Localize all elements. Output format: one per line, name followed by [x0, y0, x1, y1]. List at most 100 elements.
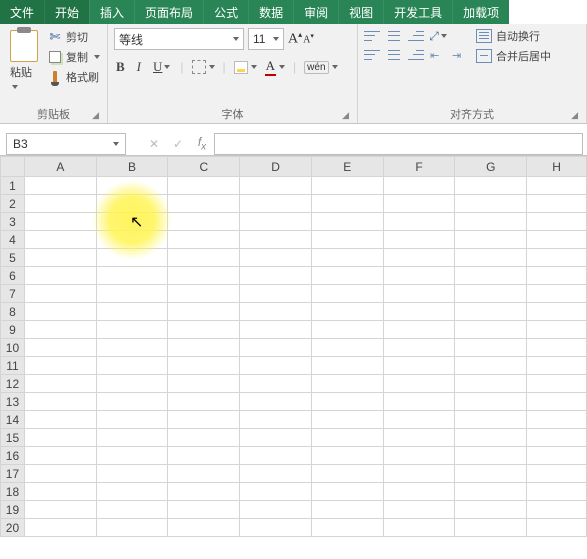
orientation-button[interactable]: ⤢ — [430, 28, 446, 44]
cell[interactable] — [24, 195, 96, 213]
cell[interactable] — [96, 249, 168, 267]
worksheet-grid[interactable]: A B C D E F G H 1 2 3 4 5 6 7 8 9 10 11 … — [0, 156, 587, 537]
cell[interactable] — [96, 375, 168, 393]
row-header[interactable]: 1 — [1, 177, 25, 195]
cell[interactable] — [168, 501, 240, 519]
paste-button[interactable]: 粘贴 — [6, 28, 42, 94]
column-header[interactable]: D — [240, 157, 312, 177]
cell[interactable] — [240, 213, 312, 231]
cell[interactable] — [240, 501, 312, 519]
align-bottom-button[interactable] — [408, 29, 424, 43]
cell[interactable] — [24, 429, 96, 447]
cell[interactable] — [527, 231, 587, 249]
cell[interactable] — [168, 285, 240, 303]
cell[interactable] — [96, 267, 168, 285]
decrease-font-button[interactable]: A▾ — [303, 32, 314, 50]
italic-button[interactable]: I — [135, 59, 143, 75]
cell[interactable] — [240, 285, 312, 303]
underline-dropdown-icon[interactable] — [164, 65, 170, 69]
column-header[interactable]: C — [168, 157, 240, 177]
tab-review[interactable]: 审阅 — [293, 0, 338, 24]
increase-indent-button[interactable]: ⇥ — [452, 48, 468, 62]
cell[interactable] — [455, 321, 527, 339]
wrap-text-button[interactable]: 自动换行 — [476, 28, 551, 44]
row-header[interactable]: 16 — [1, 447, 25, 465]
cell[interactable] — [96, 213, 168, 231]
row-header[interactable]: 19 — [1, 501, 25, 519]
font-color-button[interactable]: A — [265, 58, 285, 76]
cell[interactable] — [24, 339, 96, 357]
row-header[interactable]: 18 — [1, 483, 25, 501]
cell[interactable] — [527, 501, 587, 519]
align-right-button[interactable] — [408, 48, 424, 62]
format-painter-button[interactable]: 格式刷 — [46, 68, 102, 86]
cell[interactable] — [240, 195, 312, 213]
row-header[interactable]: 5 — [1, 249, 25, 267]
tab-addins[interactable]: 加载项 — [452, 0, 509, 24]
cell[interactable] — [311, 339, 383, 357]
cell[interactable] — [168, 519, 240, 537]
align-center-button[interactable] — [386, 48, 402, 62]
row-header[interactable]: 11 — [1, 357, 25, 375]
cell[interactable] — [240, 447, 312, 465]
cell[interactable] — [383, 249, 455, 267]
cell[interactable] — [24, 447, 96, 465]
cell[interactable] — [240, 465, 312, 483]
cell[interactable] — [455, 213, 527, 231]
cell[interactable] — [527, 249, 587, 267]
column-header[interactable]: F — [383, 157, 455, 177]
cell[interactable] — [96, 393, 168, 411]
cell[interactable] — [24, 303, 96, 321]
cell[interactable] — [24, 231, 96, 249]
cell[interactable] — [383, 177, 455, 195]
cell[interactable] — [24, 285, 96, 303]
cell[interactable] — [24, 465, 96, 483]
cell[interactable] — [383, 231, 455, 249]
cell[interactable] — [383, 393, 455, 411]
cell[interactable] — [24, 177, 96, 195]
cell[interactable] — [240, 249, 312, 267]
cell[interactable] — [168, 267, 240, 285]
row-header[interactable]: 4 — [1, 231, 25, 249]
decrease-indent-button[interactable]: ⇤ — [430, 48, 446, 62]
cell[interactable] — [455, 267, 527, 285]
cell[interactable] — [168, 303, 240, 321]
row-header[interactable]: 15 — [1, 429, 25, 447]
fill-color-button[interactable] — [234, 61, 257, 74]
cell[interactable] — [168, 231, 240, 249]
row-header[interactable]: 12 — [1, 375, 25, 393]
tab-developer[interactable]: 开发工具 — [383, 0, 452, 24]
cell[interactable] — [455, 177, 527, 195]
cell[interactable] — [455, 231, 527, 249]
cell[interactable] — [168, 339, 240, 357]
tab-insert[interactable]: 插入 — [89, 0, 134, 24]
cell[interactable] — [311, 483, 383, 501]
cell[interactable] — [455, 249, 527, 267]
cell[interactable] — [96, 303, 168, 321]
row-header[interactable]: 9 — [1, 321, 25, 339]
cell[interactable] — [240, 339, 312, 357]
cell[interactable] — [455, 285, 527, 303]
cell[interactable] — [527, 447, 587, 465]
cell[interactable] — [455, 393, 527, 411]
cell[interactable] — [311, 249, 383, 267]
cell[interactable] — [455, 303, 527, 321]
cell[interactable] — [311, 285, 383, 303]
cell[interactable] — [455, 339, 527, 357]
cell[interactable] — [383, 447, 455, 465]
cell[interactable] — [311, 231, 383, 249]
cell[interactable] — [168, 447, 240, 465]
cell[interactable] — [311, 375, 383, 393]
cell[interactable] — [527, 177, 587, 195]
row-header[interactable]: 14 — [1, 411, 25, 429]
cell[interactable] — [383, 267, 455, 285]
cell[interactable] — [96, 357, 168, 375]
cell[interactable] — [96, 411, 168, 429]
copy-dropdown-icon[interactable] — [94, 55, 100, 59]
cell[interactable] — [527, 321, 587, 339]
cell[interactable] — [24, 213, 96, 231]
tab-view[interactable]: 视图 — [338, 0, 383, 24]
cell[interactable] — [240, 357, 312, 375]
cell[interactable] — [383, 375, 455, 393]
cell[interactable] — [311, 303, 383, 321]
